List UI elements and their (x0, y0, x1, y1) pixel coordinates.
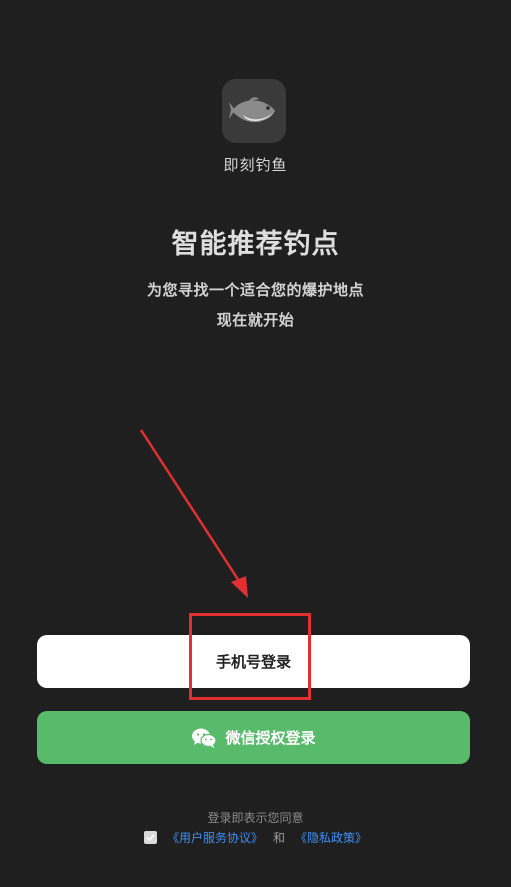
agreement-notice: 登录即表示您同意 (207, 811, 304, 825)
fish-icon (229, 97, 275, 123)
app-name: 即刻钓鱼 (223, 156, 288, 174)
and-text: 和 (272, 831, 285, 845)
privacy-policy-link[interactable]: 《隐私政策》 (295, 829, 367, 846)
app-logo (222, 79, 286, 143)
check-icon (146, 834, 155, 842)
subtitle-line-2: 现在就开始 (216, 311, 295, 329)
wechat-icon (191, 727, 218, 749)
subtitle-line-1: 为您寻找一个适合您的爆护地点 (146, 281, 364, 299)
terms-row: 《用户服务协议》 和 《隐私政策》 (0, 829, 511, 846)
wechat-login-label: 微信授权登录 (225, 729, 316, 747)
annotation-highlight-box (189, 613, 311, 700)
page-title: 智能推荐钓点 (171, 229, 340, 260)
user-service-agreement-link[interactable]: 《用户服务协议》 (167, 829, 263, 846)
wechat-login-button[interactable]: 微信授权登录 (37, 711, 470, 764)
agreement-checkbox[interactable] (143, 831, 157, 844)
